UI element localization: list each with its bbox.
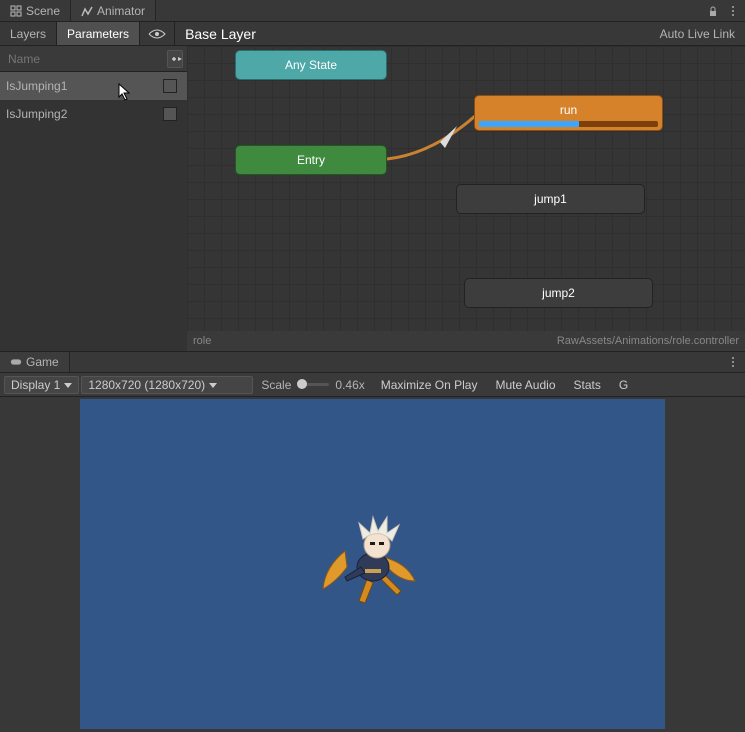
search-input[interactable] <box>8 52 163 66</box>
maximize-label: Maximize On Play <box>381 378 478 392</box>
breadcrumb[interactable]: Base Layer <box>175 22 266 45</box>
layers-button[interactable]: Layers <box>0 22 57 45</box>
parameter-name: IsJumping2 <box>6 107 67 121</box>
panel-tabstrip: Scene Animator <box>0 0 745 22</box>
node-label: run <box>560 103 577 117</box>
parameter-row[interactable]: IsJumping2 <box>0 100 187 128</box>
visibility-toggle[interactable] <box>140 22 175 45</box>
node-jump1[interactable]: jump1 <box>456 184 645 214</box>
parameters-button[interactable]: Parameters <box>57 22 140 45</box>
node-entry[interactable]: Entry <box>235 145 387 175</box>
tab-game-label: Game <box>26 355 59 369</box>
parameters-label: Parameters <box>67 27 129 41</box>
node-label: jump1 <box>534 192 567 206</box>
layers-label: Layers <box>10 27 46 41</box>
stats-button[interactable]: Stats <box>566 375 609 395</box>
game-tabstrip: Game <box>0 351 745 373</box>
display-dropdown[interactable]: Display 1 <box>4 376 79 394</box>
parameter-list: IsJumping1 IsJumping2 <box>0 72 187 351</box>
chevron-down-icon <box>209 381 217 389</box>
mute-label: Mute Audio <box>495 378 555 392</box>
animator-body: IsJumping1 IsJumping2 <box>0 46 745 351</box>
maximize-button[interactable]: Maximize On Play <box>373 375 486 395</box>
animator-icon <box>81 5 93 17</box>
add-parameter-button[interactable] <box>167 50 183 68</box>
parameter-checkbox[interactable] <box>163 79 177 93</box>
resolution-dropdown[interactable]: 1280x720 (1280x720) <box>81 376 253 394</box>
game-viewport[interactable] <box>80 399 665 729</box>
link-label: Auto Live Link <box>660 27 735 41</box>
gizmos-label: G <box>619 378 628 392</box>
eye-icon <box>148 28 166 40</box>
slider-track <box>297 383 329 386</box>
tab-scene[interactable]: Scene <box>0 0 71 21</box>
node-anystate[interactable]: Any State <box>235 50 387 80</box>
animator-footer: role RawAssets/Animations/role.controlle… <box>187 331 745 351</box>
footer-right: RawAssets/Animations/role.controller <box>557 335 739 347</box>
node-label: Any State <box>285 58 337 72</box>
parameter-row[interactable]: IsJumping1 <box>0 72 187 100</box>
resolution-label: 1280x720 (1280x720) <box>88 378 205 392</box>
parameter-name: IsJumping1 <box>6 79 67 93</box>
node-jump2[interactable]: jump2 <box>464 278 653 308</box>
animator-toolbar: Layers Parameters Base Layer Auto Live L… <box>0 22 745 46</box>
lock-icon[interactable] <box>707 5 719 17</box>
game-view-wrapper <box>0 397 745 732</box>
node-progress <box>479 121 658 127</box>
state-graph[interactable]: Any State Entry run jump1 jump2 role Raw… <box>187 46 745 351</box>
parameter-panel: IsJumping1 IsJumping2 <box>0 46 187 351</box>
auto-live-link[interactable]: Auto Live Link <box>650 22 745 45</box>
node-label: Entry <box>297 153 325 167</box>
character-sprite <box>315 509 425 619</box>
footer-left: role <box>193 335 211 347</box>
gizmos-button[interactable]: G <box>611 375 636 395</box>
display-label: Display 1 <box>11 378 60 392</box>
parameter-search-row <box>0 46 187 72</box>
scale-value: 0.46x <box>335 378 364 392</box>
stats-label: Stats <box>574 378 601 392</box>
context-menu-icon[interactable] <box>727 356 739 368</box>
game-toolbar: Display 1 1280x720 (1280x720) Scale 0.46… <box>0 373 745 397</box>
tab-animator[interactable]: Animator <box>71 0 156 21</box>
tab-scene-label: Scene <box>26 4 60 18</box>
mute-button[interactable]: Mute Audio <box>487 375 563 395</box>
chevron-down-icon <box>64 381 72 389</box>
node-label: jump2 <box>542 286 575 300</box>
tab-game[interactable]: Game <box>0 352 70 372</box>
tab-animator-label: Animator <box>97 4 145 18</box>
scale-label: Scale <box>261 378 291 392</box>
context-menu-icon[interactable] <box>727 5 739 17</box>
parameter-checkbox[interactable] <box>163 107 177 121</box>
node-run[interactable]: run <box>474 95 663 131</box>
gamepad-icon <box>10 356 22 368</box>
breadcrumb-label: Base Layer <box>185 26 256 42</box>
grid-icon <box>10 5 22 17</box>
slider-thumb[interactable] <box>297 379 307 389</box>
scale-slider[interactable]: Scale 0.46x <box>255 378 370 392</box>
